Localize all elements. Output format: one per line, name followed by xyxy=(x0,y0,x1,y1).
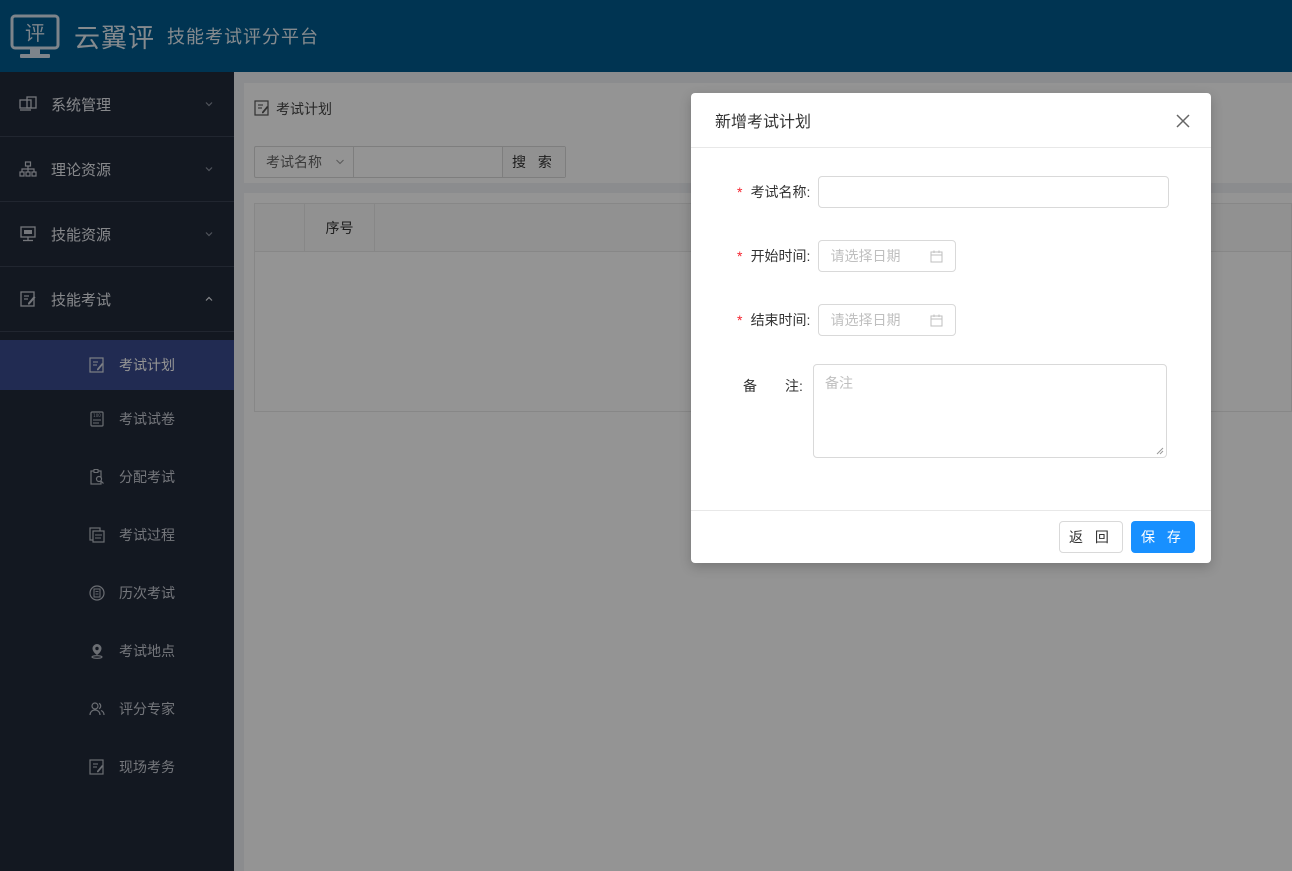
form-row-start-time: * 开始时间: 请选择日期 xyxy=(737,240,957,272)
remark-label: 备 注: xyxy=(743,378,803,394)
end-time-label: 结束时间: xyxy=(750,312,811,328)
calendar-icon xyxy=(930,314,943,327)
close-icon[interactable] xyxy=(1175,113,1191,129)
exam-name-label: 考试名称: xyxy=(750,184,811,200)
exam-name-input[interactable] xyxy=(818,176,1170,208)
start-date-picker[interactable]: 请选择日期 xyxy=(818,240,957,272)
remark-textarea[interactable]: 备注 xyxy=(813,364,1167,458)
start-time-label: 开始时间: xyxy=(750,248,811,264)
form-row-exam-name: * 考试名称: xyxy=(737,176,1170,208)
remark-placeholder: 备注 xyxy=(825,375,853,391)
resize-grip-icon[interactable] xyxy=(1156,447,1164,455)
start-date-placeholder: 请选择日期 xyxy=(830,248,901,264)
required-mark: * xyxy=(737,184,743,200)
add-exam-plan-dialog: 新增考试计划 * 考试名称: * 开始时间: 请选择日期 * 结束时间: 请选择… xyxy=(691,93,1211,563)
dialog-footer: 返 回 保 存 xyxy=(691,510,1211,563)
form-row-remark: 备 注: 备注 xyxy=(743,364,1167,458)
required-mark: * xyxy=(737,248,743,264)
dialog-header: 新增考试计划 xyxy=(691,93,1211,148)
back-button[interactable]: 返 回 xyxy=(1059,521,1123,553)
required-mark: * xyxy=(737,312,743,328)
end-date-picker[interactable]: 请选择日期 xyxy=(818,304,957,336)
calendar-icon xyxy=(930,250,943,263)
dialog-title: 新增考试计划 xyxy=(715,114,812,131)
save-button[interactable]: 保 存 xyxy=(1131,521,1195,553)
form-row-end-time: * 结束时间: 请选择日期 xyxy=(737,304,957,336)
end-date-placeholder: 请选择日期 xyxy=(830,312,901,328)
